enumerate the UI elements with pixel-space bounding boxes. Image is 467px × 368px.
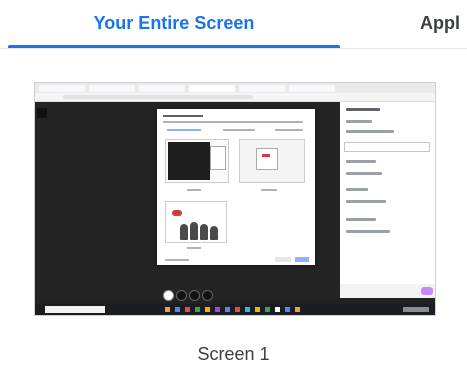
share-tabs: Your Entire Screen Appl: [0, 0, 467, 49]
screen-1-label: Screen 1: [197, 344, 270, 364]
thumbnail-address-bar: [35, 93, 435, 102]
thumbnail-window-2: [239, 139, 305, 183]
tab-application-window[interactable]: Appl: [388, 0, 467, 47]
thumbnail-side-panel: [340, 102, 435, 298]
thumbnail-browser-tabstrip: [35, 83, 435, 93]
thumbnail-share-dialog: [157, 109, 315, 265]
thumbnail-taskbar: [35, 304, 435, 315]
share-screen-picker: Your Entire Screen Appl Screen 1: [0, 0, 467, 368]
thumbnail-window-3: [165, 201, 227, 243]
screen-1-thumbnail[interactable]: [34, 82, 436, 316]
tab-your-entire-screen[interactable]: Your Entire Screen: [8, 0, 340, 48]
thumbnail-window-1: [165, 139, 229, 183]
